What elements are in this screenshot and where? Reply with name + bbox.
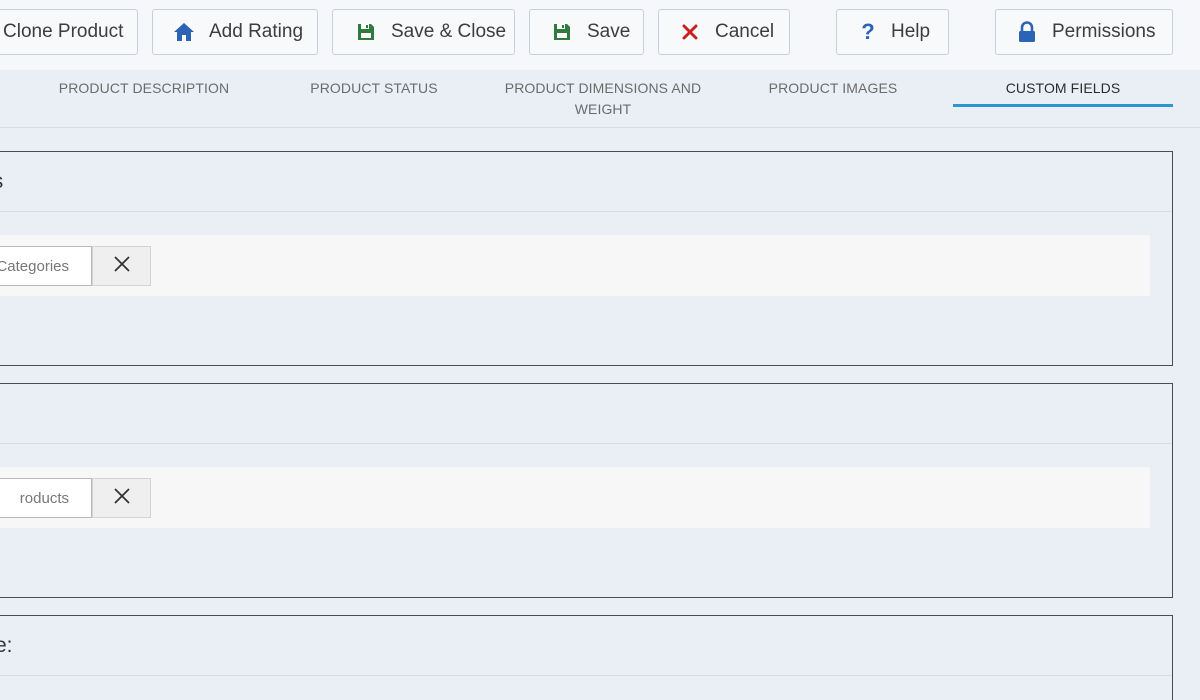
save-close-button[interactable]: Save & Close — [332, 9, 515, 55]
clear-categories-button[interactable] — [92, 246, 151, 286]
home-icon — [173, 21, 195, 43]
active-tab-indicator — [953, 104, 1173, 107]
field-row: roducts — [0, 467, 1150, 528]
cancel-label: Cancel — [715, 21, 775, 42]
tab-custom-fields[interactable]: CUSTOM FIELDS — [983, 78, 1143, 99]
save-close-label: Save & Close — [391, 21, 507, 42]
toolbar: Clone Product Add Rating Save & Close Sa… — [0, 0, 1200, 70]
add-rating-button[interactable]: Add Rating — [152, 9, 318, 55]
lock-icon — [1016, 21, 1038, 43]
close-icon — [113, 487, 131, 510]
floppy-disk-icon — [551, 21, 573, 43]
panel-header: gories — [0, 152, 1172, 212]
panel-title: gories — [0, 170, 3, 194]
help-button[interactable]: ? Help — [836, 9, 949, 55]
tab-product-status[interactable]: PRODUCT STATUS — [294, 78, 454, 99]
field-row: Categories — [0, 235, 1150, 296]
categories-panel: gories Categories — [0, 151, 1173, 366]
clone-product-button[interactable]: Clone Product — [0, 9, 138, 55]
panel-title: l Type: — [0, 633, 13, 657]
panel-header: ucts — [0, 384, 1172, 444]
type-panel: l Type: — [0, 615, 1173, 700]
categories-select[interactable]: Categories — [0, 246, 92, 286]
help-label: Help — [891, 21, 931, 42]
cancel-button[interactable]: Cancel — [658, 9, 790, 55]
products-select[interactable]: roducts — [0, 478, 92, 518]
tab-product-images[interactable]: PRODUCT IMAGES — [758, 78, 908, 99]
close-icon — [113, 255, 131, 278]
permissions-label: Permissions — [1052, 21, 1156, 42]
add-rating-label: Add Rating — [209, 21, 304, 42]
floppy-disk-icon — [355, 21, 377, 43]
save-label: Save — [587, 21, 631, 42]
products-panel: ucts roducts — [0, 383, 1173, 598]
tab-bar: PRODUCT DESCRIPTION PRODUCT STATUS PRODU… — [0, 70, 1200, 128]
question-icon: ? — [861, 19, 875, 44]
tab-product-dimensions-and-weight[interactable]: PRODUCT DIMENSIONS AND WEIGHT — [503, 78, 703, 120]
clone-product-label: Clone Product — [3, 21, 124, 42]
permissions-button[interactable]: Permissions — [995, 9, 1173, 55]
panel-header: l Type: — [0, 616, 1172, 676]
app-viewport: Clone Product Add Rating Save & Close Sa… — [0, 0, 1200, 700]
save-button[interactable]: Save — [529, 9, 644, 55]
clear-products-button[interactable] — [92, 478, 151, 518]
close-icon — [679, 21, 701, 43]
tab-product-description[interactable]: PRODUCT DESCRIPTION — [44, 78, 244, 99]
